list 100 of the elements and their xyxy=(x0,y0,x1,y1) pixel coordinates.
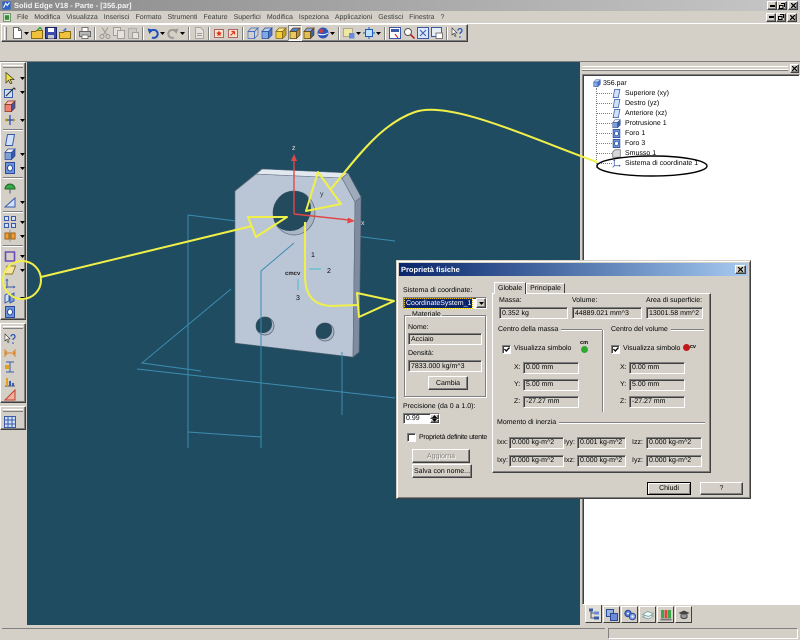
toolbar-button[interactable] xyxy=(430,25,444,41)
book-icon xyxy=(660,608,672,620)
toolbar-button[interactable] xyxy=(388,25,402,41)
close-icon xyxy=(790,3,796,8)
dropdown-button[interactable] xyxy=(476,298,486,308)
ruler-icon xyxy=(4,389,16,401)
spin-up-button[interactable] xyxy=(430,414,439,418)
toolbar-button[interactable] xyxy=(302,25,316,41)
coordinate-axes-icon xyxy=(4,278,16,290)
restore-button[interactable] xyxy=(776,12,786,22)
window-view-icon xyxy=(389,27,401,39)
plane-icon xyxy=(4,134,16,146)
sphere-icon xyxy=(317,27,329,39)
caret-icon xyxy=(20,76,25,80)
wireframe-cube-icon xyxy=(247,27,259,39)
close-icon xyxy=(790,14,794,20)
cube-icon xyxy=(303,27,315,39)
toolbar-button[interactable] xyxy=(1,215,25,229)
caret-icon xyxy=(20,296,25,300)
shell-icon xyxy=(4,250,16,262)
block-icon xyxy=(4,148,16,160)
close-icon xyxy=(792,66,797,70)
bar-icon xyxy=(4,375,16,387)
cube-icon xyxy=(275,27,287,39)
cube-icon xyxy=(4,100,16,112)
toolbar-button[interactable] xyxy=(362,25,382,41)
cube-icon xyxy=(593,79,601,87)
zoom-fit-icon xyxy=(417,27,429,39)
app-icon xyxy=(2,1,11,10)
cross-arrows-icon xyxy=(4,114,16,126)
checkbox[interactable] xyxy=(502,344,511,354)
wedge-icon xyxy=(4,196,16,208)
cube-icon xyxy=(261,27,273,39)
caret-icon xyxy=(478,302,484,304)
window-icon xyxy=(431,27,443,39)
block-icon xyxy=(612,118,621,128)
hole-icon xyxy=(612,138,621,148)
caret-icon xyxy=(20,234,25,238)
caret-icon xyxy=(20,166,25,170)
caret-icon xyxy=(24,32,29,34)
layers-icon xyxy=(606,608,618,620)
restore-icon xyxy=(779,2,785,8)
hole-icon xyxy=(4,162,16,174)
toolbar-button[interactable] xyxy=(288,25,302,41)
clipboard-icon xyxy=(127,27,139,39)
minimize-button[interactable] xyxy=(767,1,777,10)
fit-frame-icon xyxy=(363,27,375,39)
hole-icon xyxy=(612,128,621,138)
toolbar-button[interactable] xyxy=(402,25,416,41)
redo-icon xyxy=(167,27,179,39)
tree-icon xyxy=(588,608,600,620)
close-icon xyxy=(738,267,743,272)
sheets-icon xyxy=(642,608,654,620)
caret-icon xyxy=(20,90,25,94)
rib-icon xyxy=(4,292,16,304)
toolbar-button[interactable] xyxy=(44,25,58,41)
dimension-icon xyxy=(4,361,16,373)
scissors-icon xyxy=(99,27,111,39)
chamfer-icon xyxy=(612,148,621,158)
folder-icon xyxy=(59,27,71,39)
toolbar-button[interactable] xyxy=(10,25,30,41)
toolbar-button[interactable] xyxy=(342,25,362,41)
restore-button[interactable] xyxy=(777,1,787,10)
close-button[interactable] xyxy=(788,1,798,10)
panel-tab[interactable] xyxy=(585,605,602,623)
caret-icon xyxy=(20,118,25,122)
sketch-icon xyxy=(4,86,16,98)
help-icon xyxy=(451,27,463,39)
checkbox[interactable] xyxy=(611,344,620,354)
caret-icon xyxy=(356,32,361,34)
coordinate-axes xyxy=(291,154,355,224)
caret-icon xyxy=(20,152,25,156)
close-button[interactable] xyxy=(790,64,799,72)
dome-icon xyxy=(4,182,16,194)
toolbar-button[interactable] xyxy=(1,195,25,209)
toolbar-button[interactable] xyxy=(316,25,336,41)
caret-icon xyxy=(180,32,185,34)
grid-icon xyxy=(4,416,16,428)
magnifier-icon xyxy=(403,27,415,39)
spin-down-button[interactable] xyxy=(430,418,439,423)
caret-icon xyxy=(20,268,25,272)
toolbar-button[interactable] xyxy=(1,85,25,99)
caret-icon xyxy=(20,254,25,258)
close-button[interactable] xyxy=(735,265,746,274)
minimize-button[interactable] xyxy=(766,12,776,22)
caret-icon xyxy=(376,32,381,34)
checkbox[interactable] xyxy=(407,433,416,442)
folder-icon xyxy=(31,27,43,39)
checkmark-icon xyxy=(612,346,618,352)
gears-icon xyxy=(624,608,636,620)
copy-icon xyxy=(113,27,125,39)
document-icon xyxy=(11,27,23,39)
caret-icon xyxy=(20,200,25,204)
caret-icon xyxy=(330,32,335,34)
close-button[interactable] xyxy=(787,12,797,22)
pointer-icon xyxy=(4,72,16,84)
minimize-icon xyxy=(770,4,774,6)
page-icon xyxy=(193,27,205,39)
checkmark-icon xyxy=(504,346,510,352)
pattern-icon xyxy=(4,216,16,228)
